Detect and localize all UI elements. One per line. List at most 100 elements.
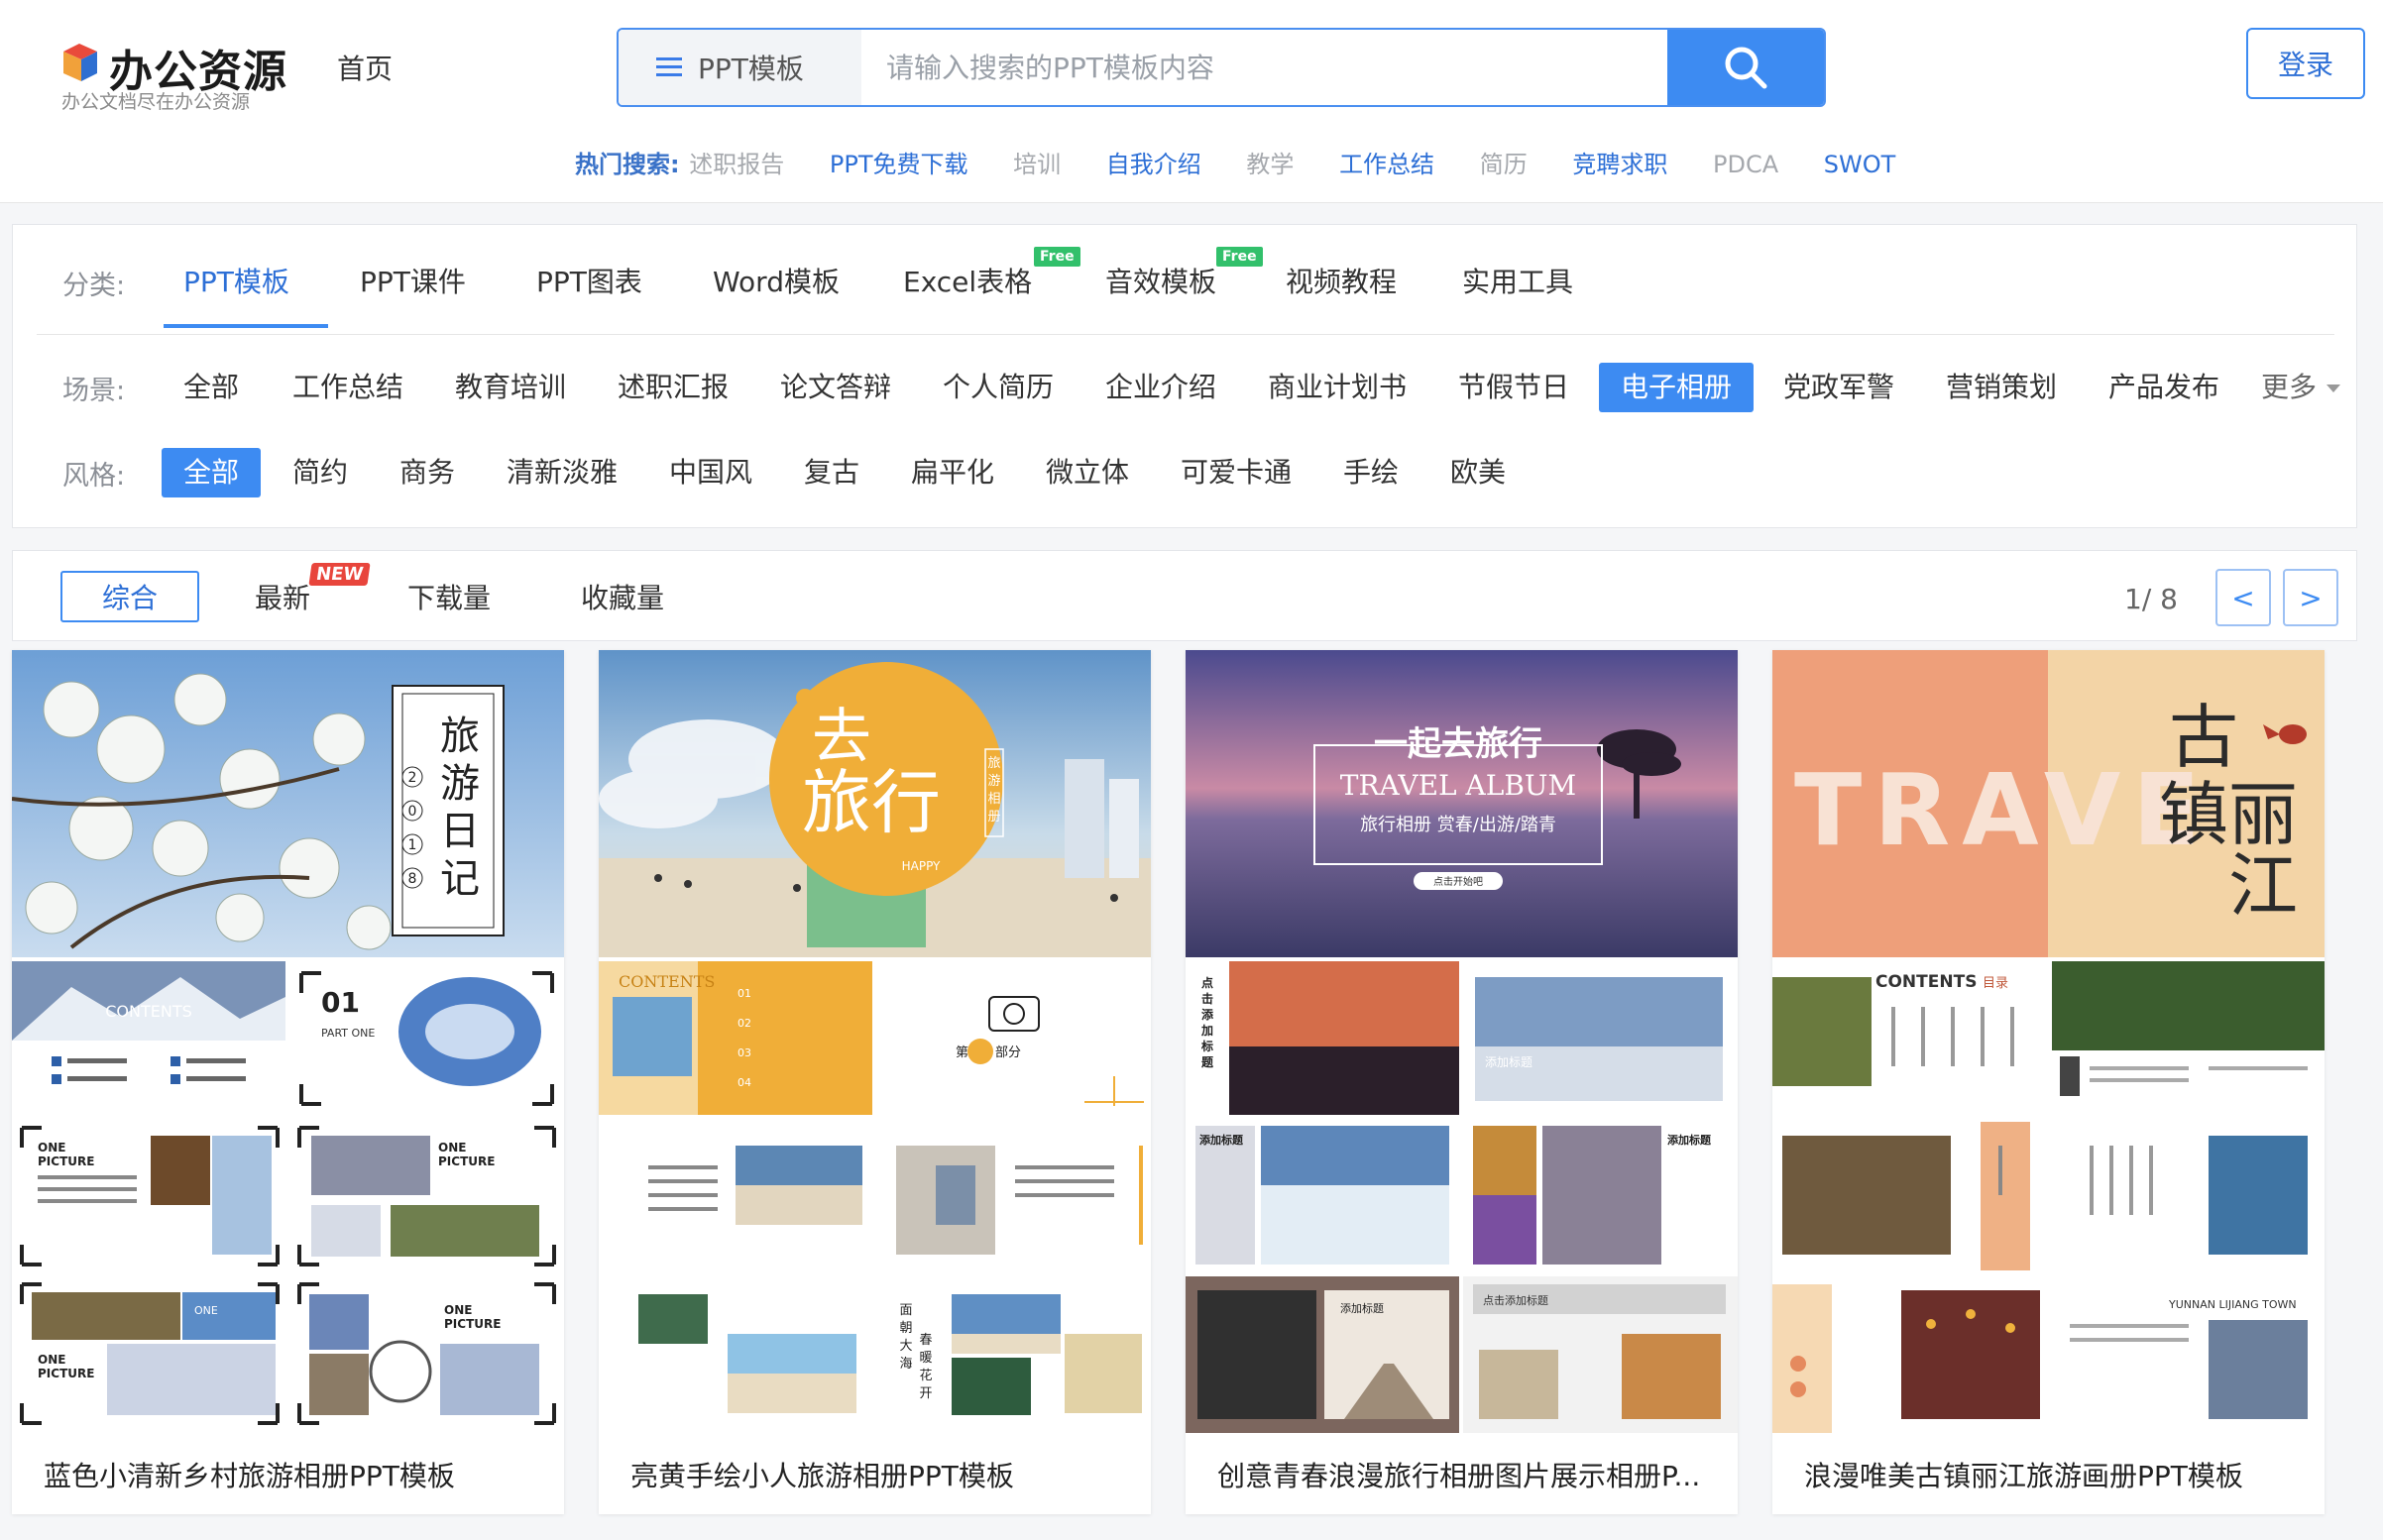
logo-icon [63,44,97,81]
login-button[interactable]: 登录 [2246,28,2365,99]
style-item[interactable]: 欧美 [1428,448,1528,497]
category-tab-ppt-courseware[interactable]: PPT课件 [338,258,488,307]
category-tab-ppt-chart[interactable]: PPT图表 [514,258,664,307]
hot-search-link[interactable]: 教学 [1246,151,1294,178]
template-card[interactable]: 旅 游 日 记 2 0 1 8 CONTENTS 01 PART ONE ONE… [12,650,564,1514]
scene-item[interactable]: 产品发布 [2087,363,2241,412]
logo-subtitle: 办公文档尽在办公资源 [61,91,251,113]
template-card[interactable]: TRAVE 古 镇 丽 江 CONTENTS 目录 YUNNAN LIJIANG… [1772,650,2325,1514]
next-page-button[interactable]: > [2283,569,2338,626]
category-tab-tools[interactable]: 实用工具 [1440,258,1595,307]
svg-text:春: 春 [919,1333,932,1348]
sort-favorites[interactable]: 收藏量 [548,571,697,622]
menu-icon [656,57,682,77]
new-badge: NEW [308,563,371,586]
svg-text:ONE: ONE [444,1303,472,1317]
hot-search-link[interactable]: 培训 [1013,151,1061,178]
search-type-selector[interactable]: PPT模板 [619,30,861,105]
svg-text:CONTENTS: CONTENTS [619,972,715,991]
hot-search-link[interactable]: 工作总结 [1339,151,1434,178]
filter-panel: 分类: PPT模板 PPT课件 PPT图表 Word模板 Excel表格 Fre… [12,224,2357,528]
svg-text:PART ONE: PART ONE [321,1027,375,1040]
svg-text:部分: 部分 [995,1045,1021,1060]
scene-item[interactable]: 商业计划书 [1246,363,1428,412]
category-tab-excel[interactable]: Excel表格 [881,258,1054,307]
scene-item[interactable]: 工作总结 [271,363,425,412]
category-tab-ppt-template[interactable]: PPT模板 [162,258,311,307]
style-item[interactable]: 简约 [271,448,370,497]
hot-search-link[interactable]: PPT免费下载 [830,151,968,178]
thumbnail-graphic: 去 旅行 HAPPY 旅游相册 CONTENTS 01020304 第部分 面朝… [599,650,1151,1433]
template-card[interactable]: 一起去旅行 TRAVEL ALBUM 旅行相册 赏春/出游/踏青 点击开始吧 点… [1186,650,1738,1514]
style-item[interactable]: 清新淡雅 [485,448,639,497]
style-item[interactable]: 中国风 [647,448,774,497]
template-thumbnail[interactable]: 去 旅行 HAPPY 旅游相册 CONTENTS 01020304 第部分 [599,650,1151,1433]
style-item[interactable]: 扁平化 [889,448,1016,497]
template-thumbnail[interactable]: TRAVE 古 镇 丽 江 CONTENTS 目录 YUNNAN LIJIANG… [1772,650,2325,1433]
template-thumbnail[interactable]: 一起去旅行 TRAVEL ALBUM 旅行相册 赏春/出游/踏青 点击开始吧 点… [1186,650,1738,1433]
hot-search-link[interactable]: 述职报告 [689,151,784,178]
svg-text:丽: 丽 [2228,774,2298,855]
svg-text:一起去旅行: 一起去旅行 [1374,724,1542,764]
svg-text:花: 花 [919,1368,932,1383]
style-item[interactable]: 可爱卡通 [1159,448,1313,497]
svg-text:ONE: ONE [38,1353,65,1367]
hot-search-link[interactable]: PDCA [1713,151,1778,178]
page-indicator: 1/ 8 [2124,583,2178,615]
style-item-active[interactable]: 全部 [162,448,262,497]
svg-text:1: 1 [408,837,417,853]
svg-text:册: 册 [987,810,1000,825]
hot-search-link[interactable]: SWOT [1824,151,1896,178]
search-button[interactable] [1667,30,1824,105]
search-icon [1725,47,1767,89]
template-thumbnail[interactable]: 旅 游 日 记 2 0 1 8 CONTENTS 01 PART ONE ONE… [12,650,564,1433]
template-title[interactable]: 亮黄手绘小人旅游相册PPT模板 [630,1455,1126,1494]
svg-text:镇: 镇 [2159,774,2228,855]
svg-text:古: 古 [2169,697,2238,778]
svg-text:点击添加标题: 点击添加标题 [1483,1293,1548,1307]
svg-text:大: 大 [899,1339,912,1354]
sort-downloads[interactable]: 下载量 [380,571,518,622]
svg-text:ONE: ONE [38,1141,65,1155]
site-logo[interactable]: 办公资源 办公文档尽在办公资源 [59,36,286,115]
search-type-label: PPT模板 [698,53,804,85]
hot-search-link[interactable]: 简历 [1480,151,1528,178]
style-item[interactable]: 复古 [782,448,881,497]
scene-row: 场景: 全部 工作总结 教育培训 述职汇报 论文答辩 个人简历 企业介绍 商业计… [13,360,2356,415]
scene-more-button[interactable]: 更多 [2239,363,2362,412]
style-item[interactable]: 微立体 [1024,448,1151,497]
category-tab-word-template[interactable]: Word模板 [691,258,861,307]
hot-search-link[interactable]: 自我介绍 [1106,151,1201,178]
svg-text:CONTENTS: CONTENTS [105,1002,192,1021]
svg-text:PICTURE: PICTURE [38,1367,94,1380]
style-item[interactable]: 商务 [378,448,477,497]
template-title[interactable]: 浪漫唯美古镇丽江旅游画册PPT模板 [1804,1455,2300,1494]
scene-item[interactable]: 党政军警 [1761,363,1916,412]
scene-item[interactable]: 企业介绍 [1083,363,1238,412]
scene-item[interactable]: 营销策划 [1924,363,2079,412]
search-bar: PPT模板 [617,28,1826,107]
sort-bar: 综合 最新 NEW 下载量 收藏量 1/ 8 < > [12,550,2357,641]
scene-item[interactable]: 节假节日 [1436,363,1591,412]
scene-item[interactable]: 个人简历 [921,363,1076,412]
scene-item[interactable]: 述职汇报 [596,363,750,412]
thumbnail-graphic: 旅 游 日 记 2 0 1 8 CONTENTS 01 PART ONE ONE… [12,650,564,1433]
category-tab-video[interactable]: 视频教程 [1264,258,1418,307]
category-tab-audio[interactable]: 音效模板 [1083,258,1238,307]
style-item[interactable]: 手绘 [1321,448,1420,497]
svg-text:PICTURE: PICTURE [38,1155,94,1168]
prev-page-button[interactable]: < [2215,569,2271,626]
search-input[interactable] [886,30,1640,105]
scene-item[interactable]: 教育培训 [433,363,588,412]
scene-item[interactable]: 论文答辩 [758,363,913,412]
sort-comprehensive[interactable]: 综合 [60,571,199,622]
scene-item[interactable]: 全部 [162,363,261,412]
template-title[interactable]: 创意青春浪漫旅行相册图片展示相册P... [1217,1455,1713,1494]
hot-search-link[interactable]: 竞聘求职 [1572,151,1667,178]
template-title[interactable]: 蓝色小清新乡村旅游相册PPT模板 [44,1455,539,1494]
svg-text:游: 游 [440,761,480,807]
scene-item-active[interactable]: 电子相册 [1599,363,1755,412]
template-card[interactable]: 去 旅行 HAPPY 旅游相册 CONTENTS 01020304 第部分 [599,650,1151,1514]
svg-text:ONE: ONE [194,1304,218,1317]
nav-home-link[interactable]: 首页 [337,48,393,87]
